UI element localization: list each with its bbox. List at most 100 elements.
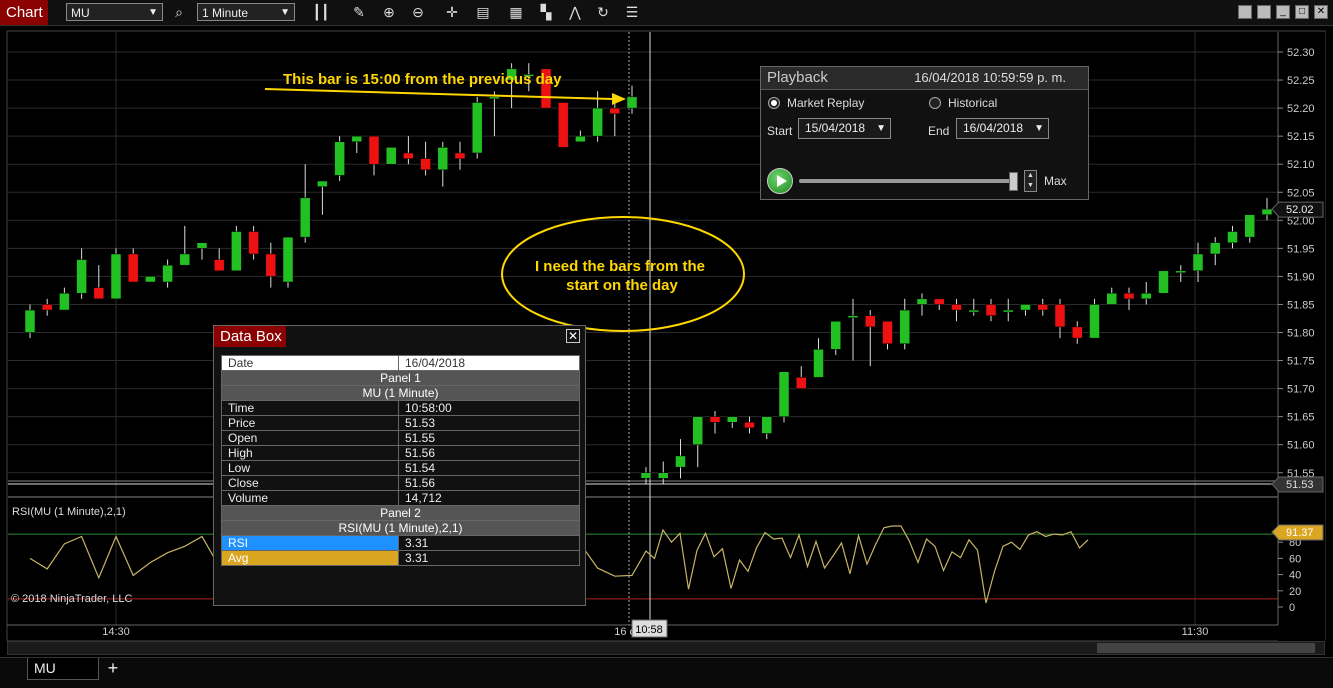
candle-body — [658, 472, 669, 479]
properties-icon[interactable]: ☰ — [623, 3, 641, 21]
candle-body — [334, 141, 345, 176]
chevron-down-icon: ▼ — [1034, 123, 1044, 134]
historical-label: Historical — [948, 96, 998, 110]
candle-body — [847, 315, 859, 318]
chart-toolbar: Chart MU ▼ ⌕ 1 Minute ▼ ┃┃ ✎ ⊕ ⊖ ✛ ▤ ▦ ▚… — [0, 0, 1333, 26]
candle-body — [299, 197, 311, 238]
row-label: Close — [221, 475, 399, 491]
market-replay-label: Market Replay — [787, 96, 865, 110]
time-tick-label: 11:30 — [1182, 626, 1209, 638]
table-row: Avg 3.31 — [221, 550, 580, 566]
copyright-text: © 2018 NinjaTrader, LLC — [11, 593, 132, 605]
candle-body — [248, 231, 259, 255]
candle-body — [265, 253, 277, 277]
chevron-down-icon: ▼ — [876, 123, 886, 134]
cursor-price-tag-text: 51.53 — [1286, 479, 1314, 491]
tab-mu[interactable]: MU — [27, 658, 99, 680]
candle-body — [231, 231, 242, 272]
price-tick-label: 52.30 — [1287, 47, 1315, 59]
candle-body — [385, 147, 397, 165]
data-box-title: Data Box — [214, 326, 286, 347]
play-button[interactable] — [767, 168, 793, 194]
annotation-arrow-text: This bar is 15:00 from the previous day — [283, 71, 562, 88]
order-icon[interactable]: ▦ — [507, 3, 525, 21]
row-label: High — [221, 445, 399, 461]
tab-bar: MU + — [0, 657, 1333, 688]
table-row: RSI 3.31 — [221, 535, 580, 551]
price-chart[interactable]: 52.3052.2552.2052.1552.1052.0552.0051.95… — [0, 26, 1333, 641]
historical-radio[interactable] — [929, 97, 941, 109]
annotation-ellipse-line2: start on the day — [566, 277, 678, 294]
price-tick-label: 51.60 — [1287, 440, 1315, 452]
start-date-select[interactable]: 15/04/2018 ▼ — [798, 118, 891, 139]
candle-body — [317, 180, 328, 187]
candle-body — [675, 455, 686, 468]
playback-panel: Playback 16/04/2018 10:59:59 p. m. Marke… — [760, 66, 1089, 200]
rsi-indicator-label: RSI(MU (1 Minute),2,1) — [12, 506, 126, 518]
close-icon[interactable]: ✕ — [566, 329, 580, 343]
interval-selector[interactable]: 1 Minute ▼ — [197, 3, 295, 21]
panel2-header: Panel 2 — [221, 505, 580, 521]
rsi-last-tag-group: 91.37 — [1271, 524, 1324, 541]
row-value: 51.54 — [398, 460, 580, 476]
price-tick-label: 52.15 — [1287, 131, 1315, 143]
rsi-tick-label: 40 — [1289, 570, 1301, 582]
indicator-icon[interactable]: ⋀ — [566, 3, 584, 21]
refresh-icon[interactable]: ↻ — [594, 3, 612, 21]
speed-slider[interactable] — [799, 179, 1013, 183]
draw-tool-icon[interactable]: ✎ — [350, 3, 368, 21]
candle-body — [196, 242, 208, 249]
restore-button[interactable] — [1257, 5, 1271, 19]
date-label: Date — [221, 355, 399, 371]
instrument-selector[interactable]: MU ▼ — [66, 3, 163, 21]
horizontal-scrollbar[interactable] — [7, 641, 1325, 655]
candle-body — [403, 152, 414, 159]
rsi-value: 3.31 — [398, 535, 580, 551]
table-row: High 51.56 — [221, 445, 580, 461]
end-date-select[interactable]: 16/04/2018 ▼ — [956, 118, 1049, 139]
table-row: Volume 14,712 — [221, 490, 580, 506]
minimize-button[interactable] — [1238, 5, 1252, 19]
candle-body — [1210, 242, 1221, 255]
maximize-button[interactable]: □ — [1295, 5, 1309, 19]
candle-body — [1089, 304, 1100, 339]
price-tick-label: 51.70 — [1287, 384, 1315, 396]
bar-type-icon[interactable]: ┃┃ — [312, 3, 330, 21]
instrument-value: MU — [71, 6, 90, 20]
zoom-in-icon[interactable]: ⊕ — [380, 3, 398, 21]
candle-body — [1158, 270, 1169, 294]
scrollbar-thumb[interactable] — [1097, 643, 1315, 653]
table-row: Price 51.53 — [221, 415, 580, 431]
crosshair-icon[interactable]: ✛ — [443, 3, 461, 21]
speed-spinner[interactable]: ▲ ▼ — [1024, 170, 1037, 192]
row-value: 51.55 — [398, 430, 580, 446]
data-box-table: Date 16/04/2018 Panel 1 MU (1 Minute) Ti… — [221, 355, 580, 566]
candle-body — [796, 377, 807, 389]
candle-body — [41, 304, 53, 311]
zoom-out-icon[interactable]: ⊖ — [409, 3, 427, 21]
speed-slider-thumb[interactable] — [1009, 172, 1018, 191]
data-box-icon[interactable]: ▤ — [474, 3, 492, 21]
search-icon[interactable]: ⌕ — [170, 3, 188, 21]
candle-body — [813, 349, 824, 378]
candle-body — [1003, 309, 1014, 313]
table-row: Panel 2 — [221, 505, 580, 521]
candle-body — [162, 264, 173, 283]
time-tick-label: 14:30 — [102, 626, 130, 638]
candle-body — [916, 298, 928, 305]
candle-body — [351, 135, 363, 143]
minimize-window-button[interactable]: _ — [1276, 5, 1290, 19]
candle-body — [1175, 270, 1186, 274]
market-replay-radio[interactable] — [768, 97, 780, 109]
candle-body — [489, 96, 500, 100]
panel1-header: Panel 1 — [221, 370, 580, 386]
candle-body — [93, 287, 105, 300]
chevron-down-icon: ▼ — [148, 7, 158, 18]
rsi-tick-label: 20 — [1289, 586, 1301, 598]
add-tab-icon[interactable]: + — [104, 658, 122, 680]
candle-body — [179, 253, 191, 266]
close-button[interactable]: ✕ — [1314, 5, 1328, 19]
strategy-icon[interactable]: ▚ — [537, 3, 555, 21]
row-label: Open — [221, 430, 399, 446]
chart-title-tab[interactable]: Chart — [0, 0, 48, 25]
